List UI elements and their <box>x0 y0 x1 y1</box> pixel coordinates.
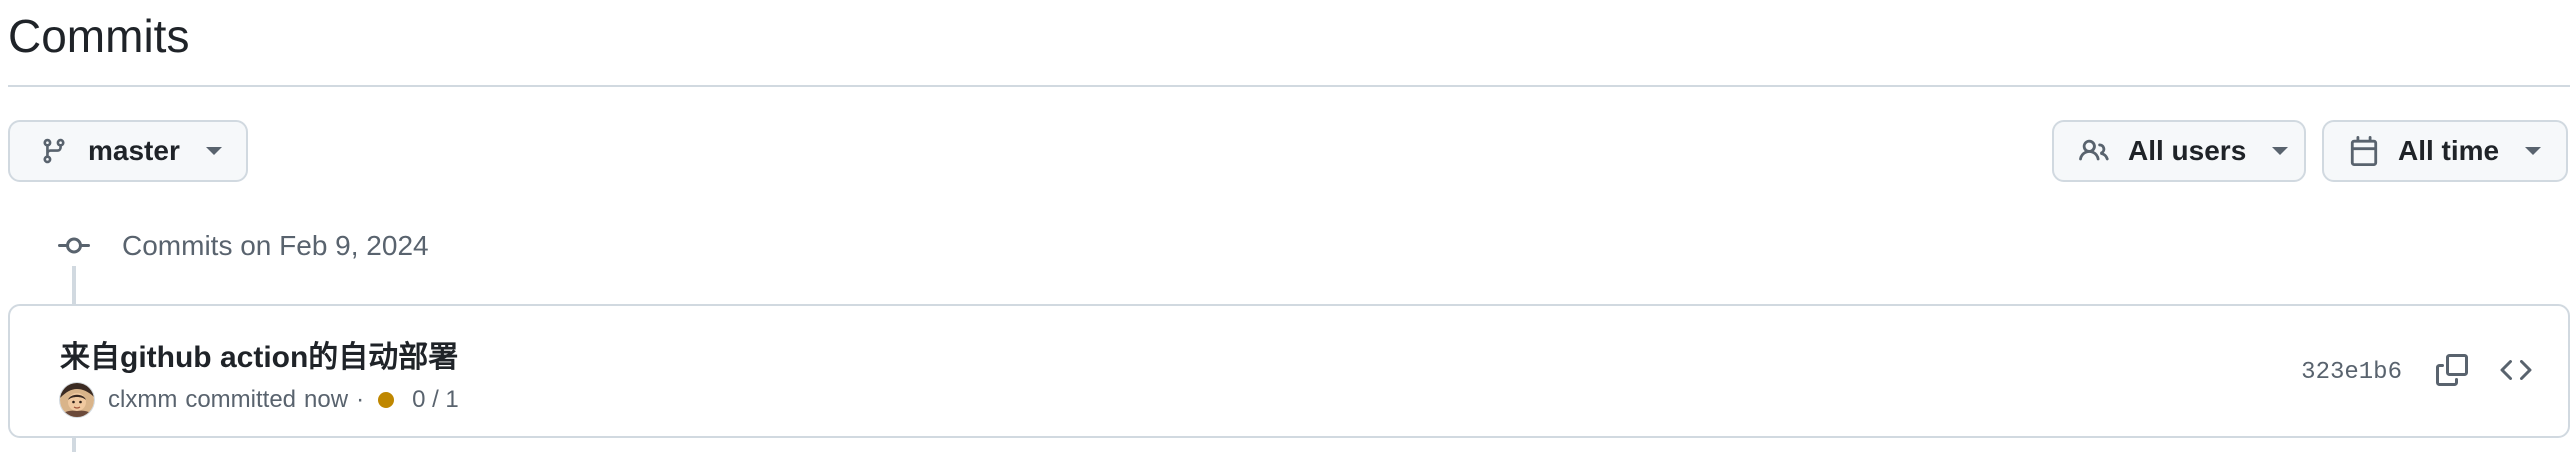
author-avatar[interactable] <box>60 383 94 417</box>
commit-sha-link[interactable]: 323e1b6 <box>2301 359 2402 386</box>
branch-selector-label: master <box>88 135 180 166</box>
timeline-line <box>72 436 76 452</box>
commit-group-header: Commits on Feb 9, 2024 <box>56 226 429 266</box>
commit-group-date: Commits on Feb 9, 2024 <box>122 230 429 261</box>
git-branch-icon <box>38 135 70 167</box>
commit-action-text: committed <box>185 386 297 413</box>
commits-page: Commits master All users All time Commit… <box>0 0 2572 452</box>
title-divider <box>8 85 2570 87</box>
git-commit-icon <box>56 228 92 264</box>
timeline-line <box>72 266 76 306</box>
commit-message-link[interactable]: 来自github action的自动部署 <box>60 332 458 376</box>
status-pending-icon[interactable] <box>378 392 395 408</box>
copy-sha-button[interactable] <box>2430 350 2474 394</box>
browse-repo-button[interactable] <box>2494 350 2538 394</box>
time-filter-label: All time <box>2398 135 2500 166</box>
caret-down-icon <box>205 147 222 155</box>
commit-author-link[interactable]: clxmm <box>108 386 177 414</box>
commit-row: 来自github action的自动部署 clxmm committed now… <box>8 304 2570 438</box>
calendar-icon <box>2348 135 2380 167</box>
branch-selector-button[interactable]: master <box>8 120 248 182</box>
caret-down-icon <box>2525 147 2542 155</box>
caret-down-icon <box>2272 147 2289 155</box>
copy-icon <box>2436 353 2468 391</box>
users-filter-button[interactable]: All users <box>2052 120 2306 182</box>
commit-meta: clxmm committed now · 0 / 1 <box>60 382 459 418</box>
commit-actions: 323e1b6 <box>2301 350 2538 394</box>
checks-count[interactable]: 0 / 1 <box>412 386 459 414</box>
users-filter-label: All users <box>2128 135 2247 166</box>
code-icon <box>2500 354 2532 391</box>
meta-separator: · <box>356 386 365 413</box>
commit-time: now <box>304 386 349 413</box>
time-filter-button[interactable]: All time <box>2322 120 2568 182</box>
people-icon <box>2078 135 2110 167</box>
page-title: Commits <box>8 10 190 62</box>
